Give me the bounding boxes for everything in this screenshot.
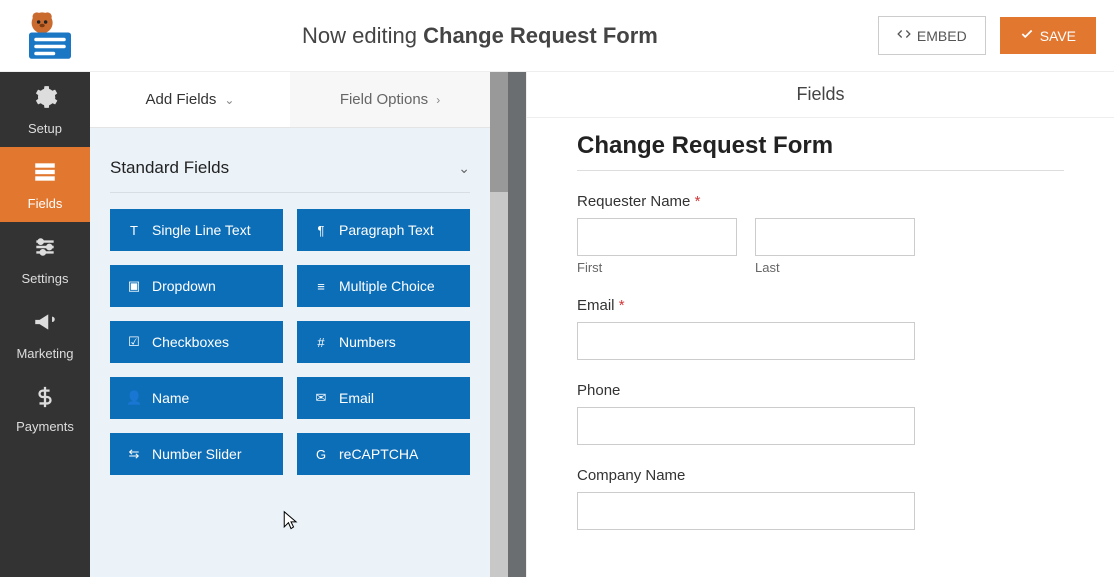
preview-body: Change Request Form Requester Name * Fir…: [527, 118, 1114, 577]
chevron-right-icon: ›: [436, 93, 440, 107]
check-icon: [1020, 27, 1034, 44]
field-label-phone: Phone: [577, 382, 1064, 399]
gear-icon: [32, 84, 58, 117]
tab-field-options[interactable]: Field Options ›: [290, 72, 490, 127]
envelope-icon: ✉: [313, 390, 329, 406]
first-name-input[interactable]: [577, 218, 737, 256]
field-label-email: Email *: [577, 297, 1064, 314]
field-numbers[interactable]: # Numbers: [297, 321, 470, 363]
field-multiple-choice[interactable]: ≡ Multiple Choice: [297, 265, 470, 307]
embed-button[interactable]: EMBED: [878, 16, 986, 55]
form-group-name[interactable]: Requester Name * First Last: [577, 193, 1064, 275]
save-label: SAVE: [1040, 28, 1076, 44]
required-asterisk: *: [695, 193, 701, 210]
field-label: Numbers: [339, 334, 396, 350]
field-email[interactable]: ✉ Email: [297, 377, 470, 419]
tab-label: Field Options: [340, 91, 428, 108]
field-label: Single Line Text: [152, 222, 251, 238]
preview-pane: Fields Change Request Form Requester Nam…: [526, 72, 1114, 577]
panel-tabs: Add Fields ⌄ Field Options ›: [90, 72, 490, 128]
sublabel-last: Last: [755, 260, 915, 275]
sidebar-item-payments[interactable]: Payments: [0, 372, 90, 447]
slider-icon: ⇆: [126, 446, 142, 462]
bullhorn-icon: [32, 309, 58, 342]
form-group-email[interactable]: Email *: [577, 297, 1064, 360]
field-number-slider[interactable]: ⇆ Number Slider: [110, 433, 283, 475]
recaptcha-icon: G: [313, 447, 329, 462]
field-label: Dropdown: [152, 278, 216, 294]
chevron-down-icon: ⌄: [458, 160, 470, 177]
required-asterisk: *: [619, 297, 625, 314]
code-icon: [897, 27, 911, 44]
field-single-line-text[interactable]: T Single Line Text: [110, 209, 283, 251]
fields-panel: Add Fields ⌄ Field Options › Standard Fi…: [90, 72, 490, 577]
panel-body: Standard Fields ⌄ T Single Line Text ¶ Par…: [90, 128, 490, 577]
list-icon: [32, 159, 58, 192]
chevron-down-icon: ⌄: [224, 93, 234, 107]
field-label: Checkboxes: [152, 334, 229, 350]
page-title: Now editing Change Request Form: [82, 23, 878, 49]
embed-label: EMBED: [917, 28, 967, 44]
main-layout: Setup Fields Settings Marketing Payments: [0, 72, 1114, 577]
fields-grid: T Single Line Text ¶ Paragraph Text ▣ Dropd…: [110, 209, 470, 475]
app-logo: [18, 8, 82, 64]
tab-label: Add Fields: [146, 91, 217, 108]
sidebar-item-label: Payments: [16, 419, 74, 434]
sidebar-item-marketing[interactable]: Marketing: [0, 297, 90, 372]
email-input[interactable]: [577, 322, 915, 360]
sidebar-item-label: Settings: [22, 271, 69, 286]
form-group-phone[interactable]: Phone: [577, 382, 1064, 445]
section-title: Standard Fields: [110, 158, 229, 178]
field-label: Paragraph Text: [339, 222, 434, 238]
field-checkboxes[interactable]: ☑ Checkboxes: [110, 321, 283, 363]
preview-header: Fields: [527, 72, 1114, 118]
section-head-standard[interactable]: Standard Fields ⌄: [110, 158, 470, 193]
field-label: Email: [339, 390, 374, 406]
sidebar-item-setup[interactable]: Setup: [0, 72, 90, 147]
field-paragraph-text[interactable]: ¶ Paragraph Text: [297, 209, 470, 251]
hash-icon: #: [313, 335, 329, 350]
last-name-input[interactable]: [755, 218, 915, 256]
dropdown-icon: ▣: [126, 278, 142, 294]
field-label: reCAPTCHA: [339, 446, 418, 462]
field-label: Number Slider: [152, 446, 241, 462]
sidebar-item-fields[interactable]: Fields: [0, 147, 90, 222]
form-group-company[interactable]: Company Name: [577, 467, 1064, 530]
sublabel-first: First: [577, 260, 737, 275]
field-label-requester: Requester Name *: [577, 193, 1064, 210]
field-label: Name: [152, 390, 189, 406]
checkbox-icon: ☑: [126, 334, 142, 350]
sidebar-item-label: Setup: [28, 121, 62, 136]
field-label: Multiple Choice: [339, 278, 435, 294]
tab-add-fields[interactable]: Add Fields ⌄: [90, 72, 290, 127]
paragraph-icon: ¶: [313, 223, 329, 238]
sidebar-item-label: Fields: [28, 196, 63, 211]
dollar-icon: [34, 386, 56, 415]
company-input[interactable]: [577, 492, 915, 530]
top-bar: Now editing Change Request Form EMBED SA…: [0, 0, 1114, 72]
field-recaptcha[interactable]: GreCAPTCHA: [297, 433, 470, 475]
field-dropdown[interactable]: ▣ Dropdown: [110, 265, 283, 307]
sidebar-item-label: Marketing: [16, 346, 73, 361]
person-icon: 👤: [126, 390, 142, 406]
form-divider: [577, 170, 1064, 171]
sliders-icon: [32, 234, 58, 267]
field-name[interactable]: 👤 Name: [110, 377, 283, 419]
scrollbar-thumb[interactable]: [490, 72, 508, 192]
title-bold: Change Request Form: [423, 23, 658, 48]
title-prefix: Now editing: [302, 23, 417, 48]
list-icon: ≡: [313, 279, 329, 294]
phone-input[interactable]: [577, 407, 915, 445]
sidebar-item-settings[interactable]: Settings: [0, 222, 90, 297]
sidebar: Setup Fields Settings Marketing Payments: [0, 72, 90, 577]
name-row: First Last: [577, 218, 1064, 275]
field-label-company: Company Name: [577, 467, 1064, 484]
form-title[interactable]: Change Request Form: [577, 132, 1064, 160]
text-icon: T: [126, 223, 142, 238]
save-button[interactable]: SAVE: [1000, 17, 1096, 54]
cursor-icon: [282, 510, 300, 537]
